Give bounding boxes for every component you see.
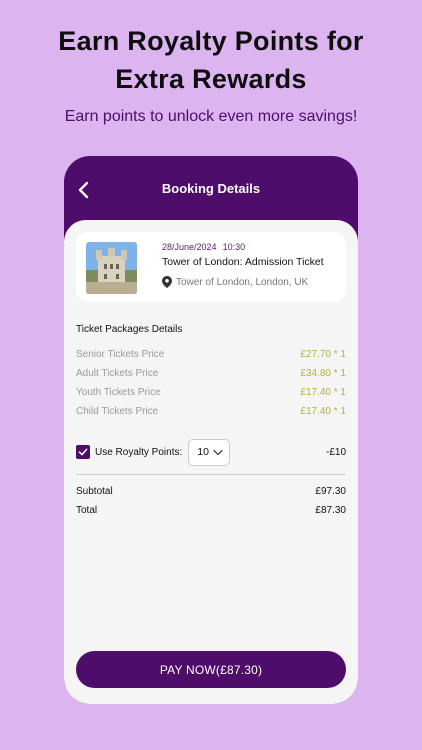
- total-row: Total £87.30: [76, 505, 346, 516]
- ticket-datetime: 28/June/2024 10:30: [162, 242, 245, 252]
- royalty-points-row: Use Royalty Points: 10 -£10: [76, 438, 346, 466]
- price-label: Child Tickets Price: [76, 406, 159, 417]
- promo-headline-line2: Extra Rewards: [115, 64, 307, 94]
- booking-sheet: 28/June/2024 10:30 Tower of London: Admis…: [64, 220, 358, 704]
- promo-subheadline: Earn points to unlock even more savings!: [64, 108, 358, 125]
- ticket-thumbnail: [86, 242, 137, 294]
- chevron-down-icon: [213, 449, 223, 455]
- price-value: £17.40 * 1: [300, 387, 346, 398]
- subtotal-row: Subtotal £97.30: [76, 486, 346, 497]
- total-value: £87.30: [315, 505, 346, 516]
- pay-now-button[interactable]: PAY NOW(£87.30): [76, 651, 346, 688]
- royalty-label: Use Royalty Points:: [95, 446, 183, 458]
- price-value: £17.40 * 1: [300, 406, 346, 417]
- ticket-card[interactable]: 28/June/2024 10:30 Tower of London: Admis…: [76, 232, 346, 302]
- points-select[interactable]: 10: [188, 438, 231, 466]
- ticket-name: Tower of London: Admission Ticket: [162, 256, 324, 268]
- ticket-date: 28/June/2024: [162, 242, 217, 252]
- price-value: £27.70 * 1: [300, 349, 346, 360]
- packages-title: Ticket Packages Details: [76, 324, 183, 335]
- map-pin-icon: [162, 276, 172, 288]
- ticket-location-text: Tower of London, London, UK: [176, 276, 309, 288]
- app-header: Booking Details: [64, 156, 358, 222]
- checkmark-icon: [78, 448, 88, 456]
- price-row: Adult Tickets Price £34.80 * 1: [76, 368, 346, 379]
- total-label: Total: [76, 505, 98, 516]
- price-label: Youth Tickets Price: [76, 387, 161, 398]
- price-row: Senior Tickets Price £27.70 * 1: [76, 349, 346, 360]
- divider: [76, 474, 346, 475]
- points-select-value: 10: [197, 446, 209, 458]
- subtotal-value: £97.30: [315, 486, 346, 497]
- promo-headline-line1: Earn Royalty Points for: [58, 26, 364, 56]
- price-label: Senior Tickets Price: [76, 349, 165, 360]
- price-value: £34.80 * 1: [300, 368, 346, 379]
- price-label: Adult Tickets Price: [76, 368, 159, 379]
- page-title: Booking Details: [161, 181, 261, 196]
- phone-screen: Booking Details 28/June/2024 10:30 Tower…: [64, 156, 358, 704]
- ticket-time: 10:30: [222, 242, 246, 252]
- ticket-location: Tower of London, London, UK: [162, 276, 308, 288]
- price-row: Youth Tickets Price £17.40 * 1: [76, 387, 346, 398]
- price-row: Child Tickets Price £17.40 * 1: [76, 406, 346, 417]
- subtotal-label: Subtotal: [76, 486, 113, 497]
- promo-headline: Earn Royalty Points for Extra Rewards: [0, 22, 422, 98]
- royalty-checkbox[interactable]: [76, 445, 90, 459]
- royalty-discount: -£10: [325, 446, 346, 458]
